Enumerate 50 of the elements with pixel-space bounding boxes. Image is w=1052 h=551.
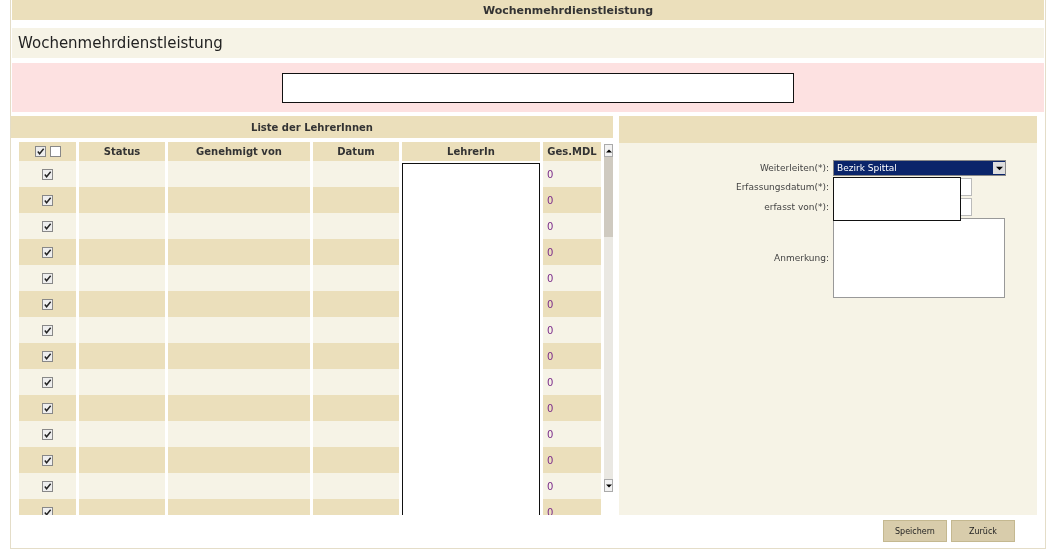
field-label: Erfassungsdatum(*):	[734, 182, 829, 192]
checkbox[interactable]	[42, 272, 53, 284]
banner-title: Wochenmehrdienstleistung	[482, 3, 654, 17]
page-title: Wochenmehrdienstleistung	[18, 34, 223, 52]
dropdown[interactable]: Bezirk Spittal	[833, 160, 1006, 176]
table-cell: 0	[543, 473, 601, 499]
checkbox[interactable]	[42, 376, 53, 388]
table-cell: 0	[543, 161, 601, 187]
action-button[interactable]: Speichern	[883, 520, 947, 542]
checkbox[interactable]	[49, 146, 61, 157]
scrollbar-thumb[interactable]	[604, 157, 613, 237]
panel-title: Liste der LehrerInnen	[251, 121, 373, 133]
checkbox[interactable]	[42, 194, 53, 206]
table-cell: 0	[543, 187, 601, 213]
field-label: Weiterleiten(*):	[758, 163, 829, 173]
checkbox[interactable]	[42, 428, 53, 440]
table-cell: 0	[543, 343, 601, 369]
checkbox[interactable]	[42, 402, 53, 414]
checkbox[interactable]	[42, 454, 53, 466]
column-header[interactable]: Genehmigt von	[168, 142, 310, 161]
table-cell: 0	[543, 265, 601, 291]
scroll-up-icon[interactable]	[604, 144, 613, 157]
field-label: Anmerkung:	[773, 253, 829, 263]
table-cell: 0	[543, 447, 601, 473]
table-cell: 0	[543, 213, 601, 239]
checkbox[interactable]	[42, 350, 53, 362]
checkbox[interactable]	[42, 324, 53, 336]
caret-icon	[993, 162, 1005, 174]
column-header[interactable]: LehrerIn	[402, 142, 540, 161]
table-cell: 0	[543, 395, 601, 421]
checkbox[interactable]	[34, 146, 46, 157]
checkbox[interactable]	[42, 246, 53, 258]
table-cell: 0	[543, 421, 601, 447]
checkbox[interactable]	[42, 168, 53, 180]
scrollbar[interactable]	[604, 144, 613, 492]
field-label: erfasst von(*):	[763, 202, 829, 212]
checkbox[interactable]	[42, 506, 53, 515]
checkbox[interactable]	[42, 298, 53, 310]
column-header[interactable]: Status	[79, 142, 165, 161]
table-cell: 0	[543, 317, 601, 343]
table-cell: 0	[543, 499, 601, 515]
checkbox[interactable]	[42, 220, 53, 232]
scroll-down-icon[interactable]	[604, 479, 613, 492]
column-header[interactable]: Datum	[313, 142, 399, 161]
table-cell: 0	[543, 369, 601, 395]
checkbox[interactable]	[42, 480, 53, 492]
table-cell: 0	[543, 291, 601, 317]
action-button[interactable]: Zurück	[951, 520, 1015, 542]
table-cell: 0	[543, 239, 601, 265]
column-header[interactable]: Ges.MDL	[543, 142, 601, 161]
